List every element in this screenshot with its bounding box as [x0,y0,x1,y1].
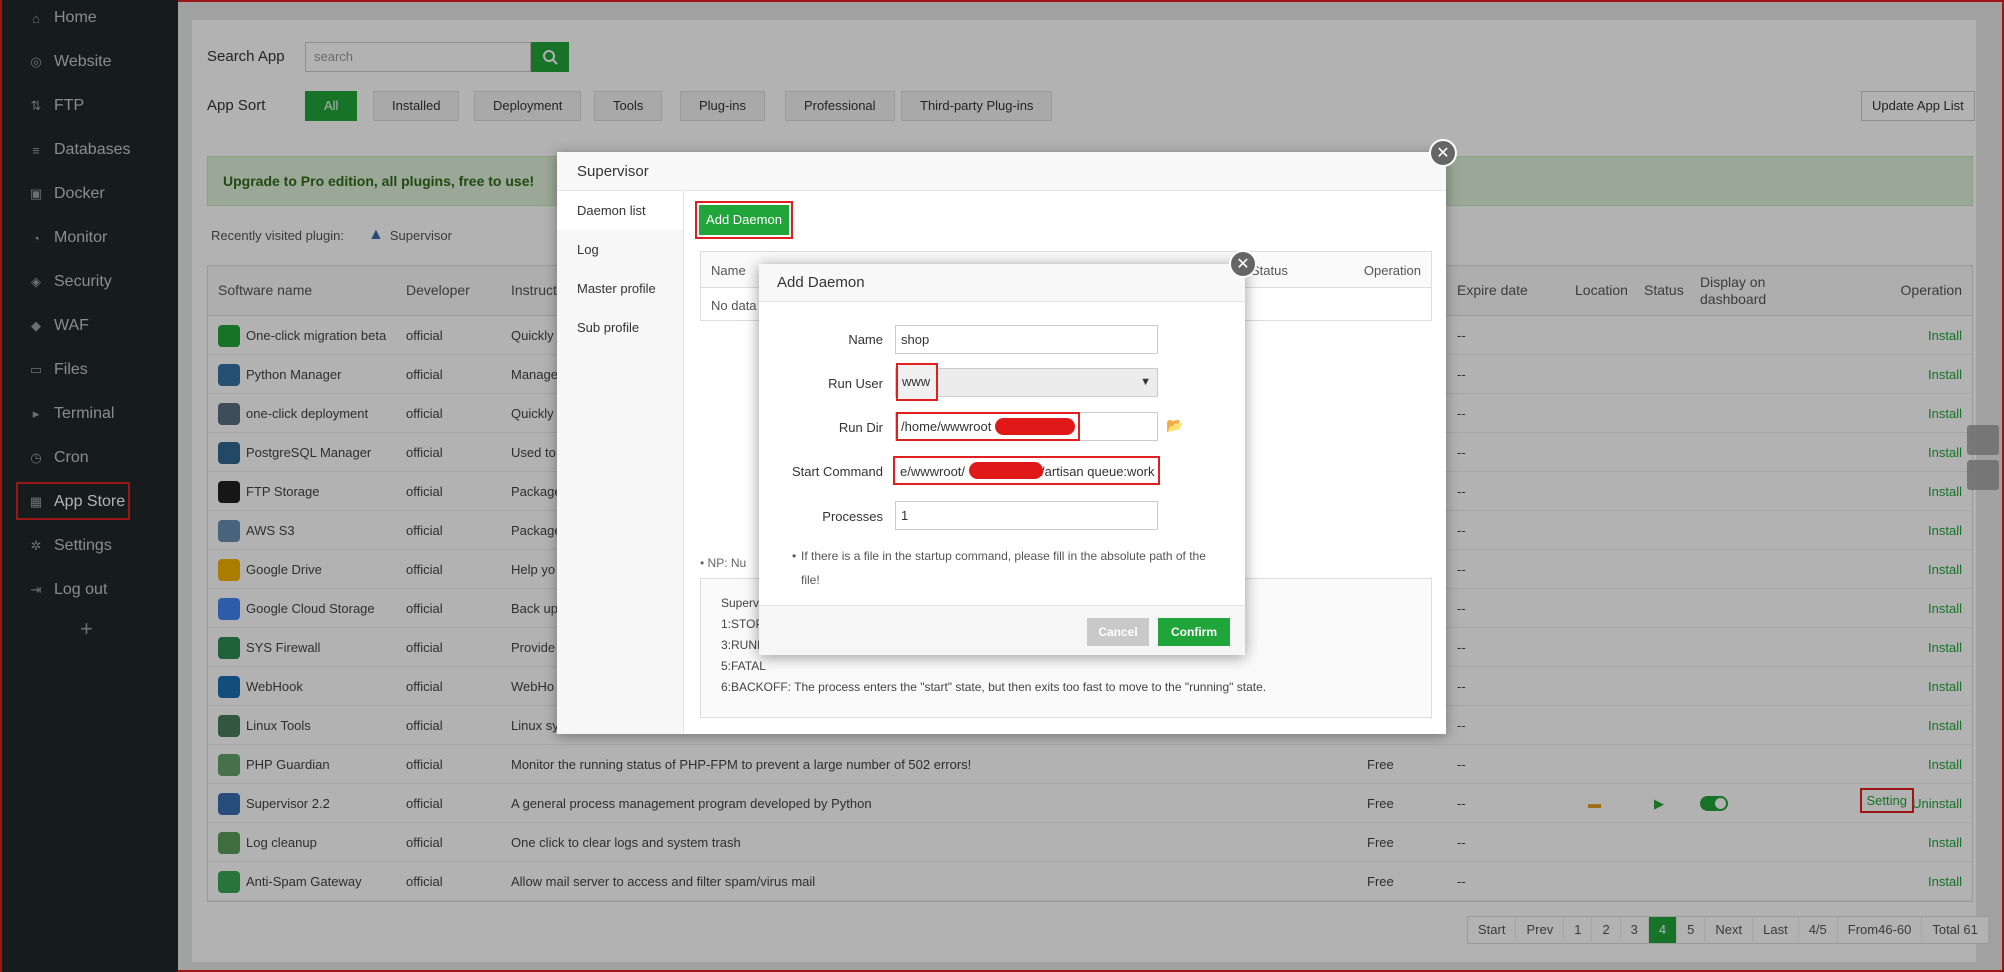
supervisor-tabs: Daemon list Log Master profile Sub profile [557,191,684,734]
run-user-value: www [896,363,938,401]
supervisor-tab-sub-profile[interactable]: Sub profile [557,308,683,347]
supervisor-note: • NP: Nu [700,556,747,570]
folder-icon[interactable]: 📂 [1166,417,1183,434]
cancel-button[interactable]: Cancel [1087,618,1149,646]
tip-content: If there is a file in the startup comman… [801,549,1206,587]
add-daemon-close-button[interactable]: ✕ [1229,250,1257,278]
run-user-label: Run User [828,376,883,391]
redaction-mark [995,418,1075,435]
cmd-prefix: e/wwwroot/ [900,464,966,479]
processes-label: Processes [822,509,883,524]
tip-text: • If there is a file in the startup comma… [792,549,1206,587]
info-line: 5:FATAL [721,659,766,673]
run-dir-label: Run Dir [838,420,883,435]
supervisor-title: Supervisor [557,152,1446,191]
start-command-label: Start Command [791,464,883,479]
name-input[interactable]: shop [895,325,1158,354]
supervisor-tab-daemon-list[interactable]: Daemon list [557,191,683,230]
add-daemon-dialog: Add Daemon Name shop Run User ▼ www Run … [759,264,1245,655]
close-icon: ✕ [1436,145,1450,162]
chevron-down-icon: ▼ [1140,376,1151,388]
cmd-suffix: /artisan queue:work [1041,464,1155,479]
name-label: Name [848,332,883,347]
supervisor-tab-log[interactable]: Log [557,230,683,269]
info-line: 6:BACKOFF: The process enters the "start… [721,680,1267,694]
redaction-mark [969,462,1043,479]
th-daemon-operation: Operation [1363,263,1421,278]
note-text: NP: Nu [707,556,747,570]
add-daemon-title: Add Daemon [759,264,1245,302]
supervisor-close-button[interactable]: ✕ [1429,139,1457,167]
th-daemon-name: Name [711,263,746,278]
confirm-button[interactable]: Confirm [1158,618,1230,646]
processes-input[interactable]: 1 [895,501,1158,530]
dialog-footer: Cancel Confirm [759,605,1245,655]
add-daemon-button[interactable]: Add Daemon [695,201,793,239]
close-icon: ✕ [1236,256,1250,273]
supervisor-tab-master-profile[interactable]: Master profile [557,269,683,308]
